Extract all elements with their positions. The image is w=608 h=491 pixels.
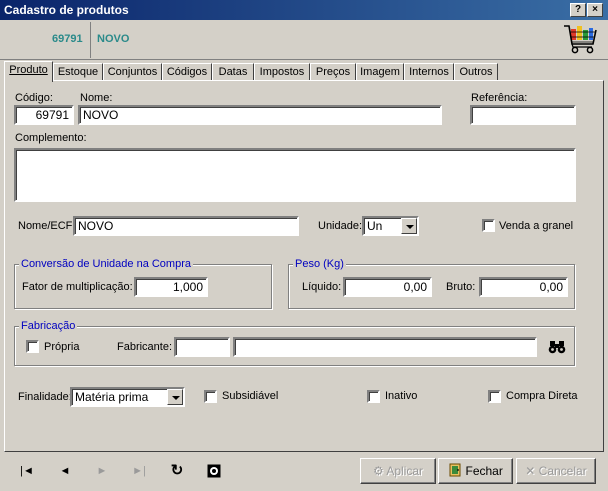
unidade-label: Unidade: (318, 220, 363, 232)
close-window-button[interactable]: × (587, 3, 603, 17)
tab-precos[interactable]: Preços (310, 63, 356, 81)
header-divider (90, 22, 91, 58)
finalidade-value: Matéria prima (75, 390, 149, 404)
inativo-label: Inativo (385, 390, 418, 402)
cancel-x-icon: ✕ (525, 464, 539, 478)
nome-field[interactable]: NOVO (78, 105, 442, 125)
aplicar-button[interactable]: ⚙ Aplicar (360, 458, 436, 484)
nome-ecf-label: Nome/ECF: (18, 220, 76, 232)
fabricante-label: Fabricante: (117, 341, 173, 353)
previous-record-icon[interactable]: ◄ (56, 464, 74, 478)
complemento-textarea[interactable] (14, 148, 576, 202)
compra-direta-checkbox[interactable] (488, 390, 501, 403)
tab-conjuntos[interactable]: Conjuntos (103, 63, 162, 81)
tab-outros[interactable]: Outros (454, 63, 498, 81)
tab-estoque[interactable]: Estoque (53, 63, 103, 81)
fator-field[interactable]: 1,000 (134, 277, 208, 297)
nome-ecf-field[interactable]: NOVO (73, 216, 299, 236)
fabricacao-group-title: Fabricação (19, 320, 78, 332)
bruto-field[interactable]: 0,00 (479, 277, 568, 297)
tab-impostos[interactable]: Impostos (254, 63, 310, 81)
unidade-select[interactable]: Un (362, 216, 419, 236)
peso-group-title: Peso (Kg) (293, 258, 346, 270)
record-icon[interactable] (207, 464, 221, 478)
liquido-field[interactable]: 0,00 (343, 277, 432, 297)
bruto-label: Bruto: (446, 281, 476, 293)
tab-imagem[interactable]: Imagem (356, 63, 404, 81)
last-record-icon[interactable]: ►| (130, 464, 148, 478)
tab-produto[interactable]: Produto (4, 61, 53, 82)
aplicar-icon: ⚙ (372, 464, 387, 478)
finalidade-dropdown-icon[interactable] (167, 389, 183, 405)
fechar-button[interactable]: Fechar (438, 458, 513, 484)
help-button[interactable]: ? (570, 3, 586, 17)
window-title: Cadastro de produtos (4, 3, 129, 17)
refresh-icon[interactable]: ↻ (168, 463, 186, 478)
finalidade-select[interactable]: Matéria prima (70, 387, 185, 407)
tab-internos[interactable]: Internos (404, 63, 454, 81)
referencia-field[interactable] (470, 105, 576, 125)
next-record-icon[interactable]: ► (93, 464, 111, 478)
finalidade-label: Finalidade: (18, 391, 72, 403)
first-record-icon[interactable]: |◄ (18, 464, 36, 478)
codigo-field[interactable]: 69791 (14, 105, 74, 125)
codigo-label: Código: (15, 92, 53, 104)
inativo-checkbox[interactable] (367, 390, 380, 403)
propria-checkbox[interactable] (26, 340, 39, 353)
window-title-bar: Cadastro de produtos (0, 0, 608, 20)
header-product-name: NOVO (97, 33, 130, 45)
referencia-label: Referência: (471, 92, 528, 104)
cancelar-button[interactable]: ✕ Cancelar (516, 458, 596, 484)
header-product-code: 69791 (52, 33, 83, 45)
fabricante-code-field[interactable] (174, 337, 230, 357)
venda-granel-checkbox[interactable] (482, 219, 495, 232)
subsidiavel-label: Subsidiável (222, 390, 279, 402)
tab-datas[interactable]: Datas (212, 63, 254, 81)
shopping-cart-icon (564, 25, 597, 54)
conversao-group-title: Conversão de Unidade na Compra (19, 258, 193, 270)
binoculars-search-icon[interactable] (548, 340, 566, 354)
fabricante-name-field[interactable] (233, 337, 537, 357)
header-strip (0, 20, 608, 60)
unidade-value: Un (367, 219, 383, 233)
compra-direta-label: Compra Direta (506, 390, 578, 402)
unidade-dropdown-icon[interactable] (401, 218, 417, 234)
fator-label: Fator de multiplicação: (22, 281, 133, 293)
liquido-label: Líquido: (302, 281, 342, 293)
venda-granel-label: Venda a granel (499, 220, 574, 232)
propria-label: Própria (44, 341, 80, 353)
subsidiavel-checkbox[interactable] (204, 390, 217, 403)
door-icon (449, 463, 461, 477)
complemento-label: Complemento: (15, 132, 87, 144)
nome-label: Nome: (80, 92, 113, 104)
tab-codigos[interactable]: Códigos (162, 63, 212, 81)
